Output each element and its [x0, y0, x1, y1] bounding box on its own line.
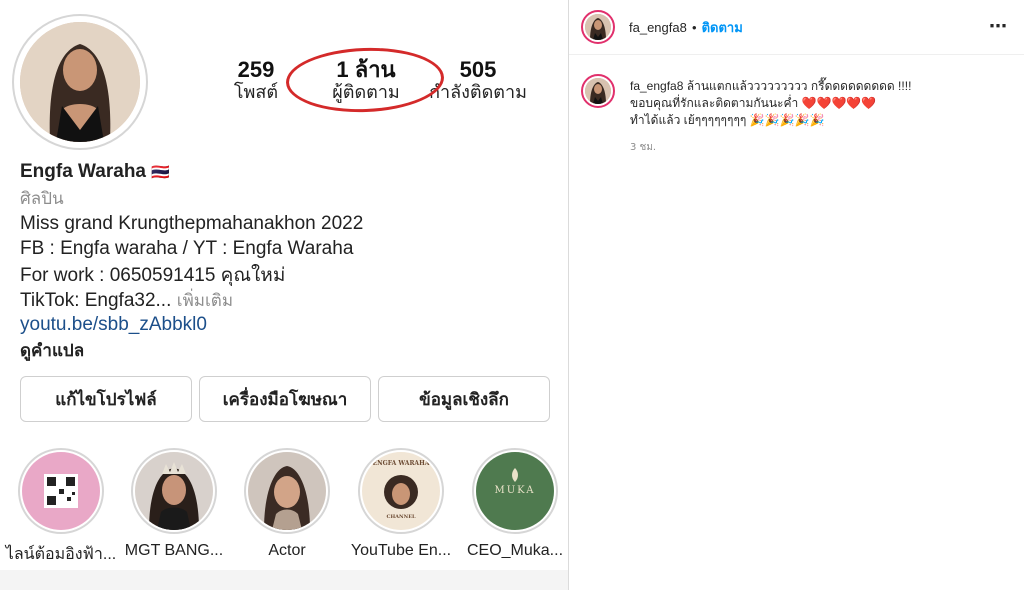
highlight-item[interactable]: MUKA CEO_Muka... — [467, 448, 563, 559]
highlight-caption: MGT BANG... — [124, 542, 224, 559]
leaf-logo-icon — [512, 468, 518, 482]
crowned-portrait-icon — [135, 452, 213, 530]
caption-line-1: fa_engfa8 ล้านแตกแล้ววววววววว กรี๊ดดดดดด… — [630, 78, 1010, 95]
bio-line-3: For work : 0650591415 คุณใหม่ — [20, 265, 286, 286]
caption-text-1: ล้านแตกแล้ววววววววว กรี๊ดดดดดดดดด !!!! — [683, 79, 912, 93]
highlight-caption: ไลน์ต้อมอิงฟ้า... — [5, 546, 117, 563]
separator-dot: • — [691, 20, 697, 35]
caption-line-3: ทำได้แล้ว เย้ๆๆๆๆๆๆๆๆ 🎉🎉🎉🎉🎉 — [630, 112, 1010, 129]
highlight-ring: MUKA — [472, 448, 558, 534]
actor-portrait-icon — [248, 452, 326, 530]
post-author-avatar-image — [585, 14, 611, 40]
caption-line-2: ขอบคุณที่รักและติดตามกันนะค่ำ ❤️❤️❤️❤️❤️ — [630, 95, 1010, 112]
bio-line-1: Miss grand Krungthepmahanakhon 2022 — [20, 213, 364, 234]
profile-name-text: Engfa Waraha — [20, 161, 146, 182]
highlight-item[interactable]: ENGFA WARAHA CHANNEL YouTube En... — [351, 448, 451, 559]
bottom-strip — [0, 570, 568, 590]
avatar-image — [585, 14, 611, 40]
bio-line-2: FB : Engfa waraha / YT : Engfa Waraha — [20, 238, 354, 259]
profile-panel: 259 โพสต์ 1 ล้าน ผู้ติดตาม 505 กำลังติดต… — [0, 0, 568, 590]
edit-profile-button[interactable]: แก้ไขโปรไฟล์ — [20, 376, 192, 422]
highlight-ring: ENGFA WARAHA CHANNEL — [358, 448, 444, 534]
caption-author-avatar-image — [585, 78, 611, 104]
avatar-image — [585, 78, 611, 104]
follow-button[interactable]: ติดตาม — [702, 21, 743, 36]
posts-label: โพสต์ — [233, 82, 279, 103]
post-author-avatar[interactable] — [581, 10, 615, 44]
post-caption: fa_engfa8 ล้านแตกแล้ววววววววว กรี๊ดดดดดด… — [630, 78, 1010, 129]
highlight-cover: ENGFA WARAHA CHANNEL — [362, 452, 440, 530]
post-timestamp: 3 ชม. — [630, 142, 657, 153]
qr-code-icon — [22, 452, 100, 530]
insights-button[interactable]: ข้อมูลเชิงลึก — [378, 376, 550, 422]
bio-line-4: TikTok: Engfa32... เพิ่มเติม — [20, 289, 233, 313]
profile-link[interactable]: youtu.be/sbb_zAbbkl0 — [20, 313, 207, 337]
highlight-ring — [131, 448, 217, 534]
posts-count: 259 — [237, 57, 275, 82]
thailand-flag-icon: 🇹🇭 — [151, 164, 170, 181]
posts-stat[interactable]: 259 โพสต์ — [226, 58, 286, 104]
highlight-caption: YouTube En... — [350, 542, 452, 559]
caption-author-avatar[interactable] — [581, 74, 615, 108]
post-panel: fa_engfa8 • ติดตาม ⋯ fa_engfa8 ล้านแตกแล… — [569, 0, 1024, 590]
highlight-cover — [248, 452, 326, 530]
caption-text-3: ทำได้แล้ว เย้ๆๆๆๆๆๆๆๆ — [630, 113, 747, 127]
highlight-cover: MUKA — [476, 452, 554, 530]
profile-avatar[interactable] — [20, 22, 140, 142]
post-header: fa_engfa8 • ติดตาม ⋯ — [569, 0, 1024, 55]
caption-text-2: ขอบคุณที่รักและติดตามกันนะค่ำ — [630, 96, 799, 110]
avatar-image — [20, 22, 140, 142]
post-username[interactable]: fa_engfa8 — [629, 20, 687, 35]
highlight-item[interactable]: MGT BANG... — [125, 448, 223, 559]
red-highlight-circle — [284, 45, 446, 115]
highlight-ring — [244, 448, 330, 534]
more-link[interactable]: เพิ่มเติม — [171, 291, 233, 311]
post-header-text: fa_engfa8 • ติดตาม — [629, 17, 743, 38]
highlight-item[interactable]: Actor — [242, 448, 332, 559]
more-options-icon[interactable]: ⋯ — [989, 16, 1008, 37]
profile-category: ศิลปิน — [20, 189, 64, 209]
caption-username[interactable]: fa_engfa8 — [630, 79, 683, 93]
see-translation[interactable]: ดูคำแปล — [20, 339, 84, 363]
channel-badge-text: CHANNEL — [386, 514, 416, 520]
highlight-caption: Actor — [268, 542, 306, 559]
heart-icons: ❤️❤️❤️❤️❤️ — [801, 96, 877, 110]
highlight-cover — [22, 452, 100, 530]
ad-tools-button[interactable]: เครื่องมือโฆษณา — [199, 376, 371, 422]
highlight-cover — [135, 452, 213, 530]
bio-tiktok: TikTok: Engfa32... — [20, 290, 172, 311]
highlight-ring — [18, 448, 104, 534]
highlight-item[interactable]: ไลน์ต้อมอิงฟ้า... — [6, 448, 116, 563]
highlight-caption: CEO_Muka... — [466, 542, 564, 559]
party-popper-icons: 🎉🎉🎉🎉🎉 — [749, 113, 825, 127]
profile-name: Engfa Waraha 🇹🇭 — [20, 160, 170, 185]
